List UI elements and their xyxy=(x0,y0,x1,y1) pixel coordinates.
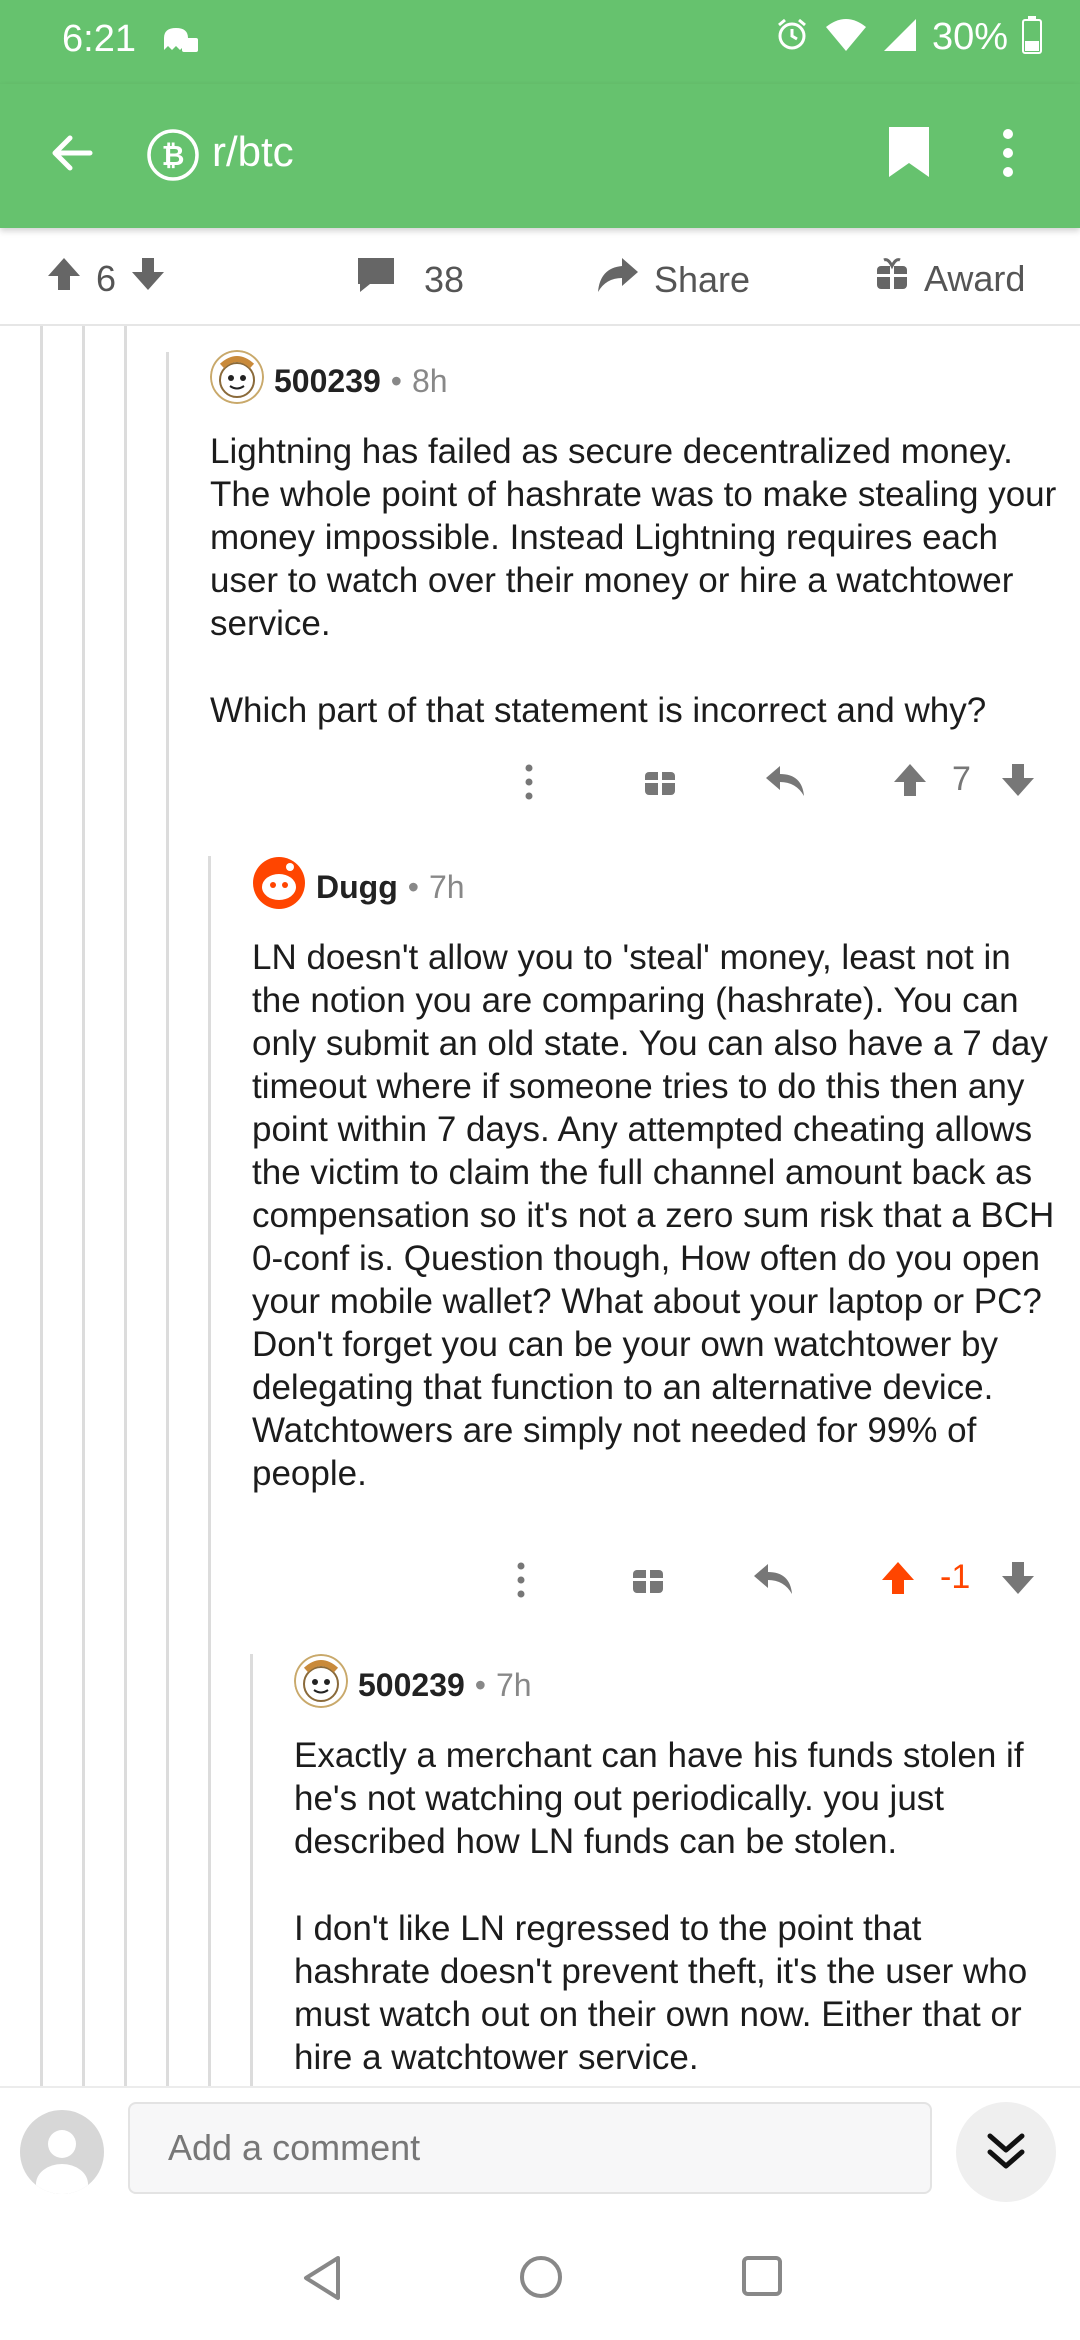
collapse-thread-button[interactable] xyxy=(956,2102,1056,2202)
comment-actions: -1 xyxy=(0,1558,1080,1600)
back-arrow-icon[interactable] xyxy=(46,128,96,183)
alarm-icon xyxy=(774,17,810,58)
system-nav-bar xyxy=(0,2218,1080,2340)
more-vertical-icon[interactable] xyxy=(1000,126,1016,185)
battery-icon xyxy=(1022,16,1042,59)
comment-paragraph: LN doesn't allow you to 'steal' money, l… xyxy=(252,938,1055,1493)
meta-separator: • xyxy=(407,868,419,905)
comments-button[interactable]: 38 xyxy=(356,256,464,303)
comment-score: -1 xyxy=(940,1558,971,1596)
avatar[interactable] xyxy=(294,1654,348,1716)
downvote-icon[interactable] xyxy=(1000,762,1036,807)
more-vertical-icon[interactable] xyxy=(516,1560,526,1609)
status-time: 6:21 xyxy=(62,18,136,60)
comment: 500239 • 7h Exactly a merchant can have … xyxy=(294,1654,1060,2079)
ghost-icon xyxy=(160,24,200,63)
bitcoin-icon: ₿ xyxy=(146,128,200,187)
post-action-bar: 6 38 Share Award xyxy=(0,228,1080,326)
post-score: 6 xyxy=(96,257,117,299)
double-chevron-down-icon xyxy=(984,2128,1028,2177)
comment-author[interactable]: Dugg xyxy=(316,869,398,906)
svg-text:₿: ₿ xyxy=(162,139,185,172)
more-vertical-icon[interactable] xyxy=(524,762,534,811)
comment: Dugg • 7h LN doesn't allow you to 'steal… xyxy=(252,856,1060,1495)
upvote-icon[interactable] xyxy=(892,762,928,807)
status-bar: 6:21 30% xyxy=(0,0,1080,84)
meta-separator: • xyxy=(474,1666,486,1703)
award-label: Award xyxy=(924,257,1026,299)
app-toolbar: ₿ r/btc xyxy=(0,84,1080,228)
nav-recents-icon[interactable] xyxy=(740,2254,784,2303)
avatar[interactable] xyxy=(210,350,264,412)
thread-line[interactable] xyxy=(166,352,169,2086)
upvote-icon[interactable] xyxy=(46,256,82,301)
comment-time: 7h xyxy=(495,1666,532,1703)
signal-icon xyxy=(882,17,918,58)
gift-icon xyxy=(874,256,910,301)
comment-paragraph: Lightning has failed as secure decentral… xyxy=(210,432,1057,643)
comment-bubble-icon xyxy=(356,256,396,303)
upvote-icon[interactable] xyxy=(880,1560,916,1605)
compose-bar: Add a comment xyxy=(0,2086,1080,2220)
user-avatar[interactable] xyxy=(20,2110,104,2194)
share-arrow-icon xyxy=(596,256,640,303)
reply-icon[interactable] xyxy=(764,762,806,807)
comment-paragraph: Which part of that statement is incorrec… xyxy=(210,691,987,730)
battery-level: 30% xyxy=(931,16,1008,58)
comment-time: 7h xyxy=(428,868,465,905)
share-label: Share xyxy=(654,258,751,300)
nav-back-icon[interactable] xyxy=(300,2254,344,2307)
comment-input[interactable]: Add a comment xyxy=(128,2102,932,2194)
comment-time: 8h xyxy=(411,362,448,399)
thread-line[interactable] xyxy=(124,326,127,2086)
comment-author[interactable]: 500239 xyxy=(358,1667,465,1704)
comment: 500239 • 8h Lightning has failed as secu… xyxy=(210,350,1060,732)
comment-author[interactable]: 500239 xyxy=(274,363,381,400)
comment-paragraph: I don't like LN regressed to the point t… xyxy=(294,1909,1028,2077)
reply-icon[interactable] xyxy=(752,1560,794,1605)
comment-actions: 7 xyxy=(0,760,1080,802)
gift-icon[interactable] xyxy=(630,1560,666,1605)
thread-line[interactable] xyxy=(208,856,211,2086)
wifi-icon xyxy=(824,17,868,58)
comment-score: 7 xyxy=(952,760,971,798)
meta-separator: • xyxy=(390,362,402,399)
thread-line[interactable] xyxy=(40,326,43,2086)
thread-line[interactable] xyxy=(82,326,85,2086)
comment-paragraph: Exactly a merchant can have his funds st… xyxy=(294,1736,1024,1861)
comment-count: 38 xyxy=(424,258,465,300)
gift-icon[interactable] xyxy=(642,762,678,807)
share-button[interactable]: Share xyxy=(596,256,750,303)
bookmark-icon[interactable] xyxy=(886,124,932,185)
thread-line[interactable] xyxy=(250,1654,253,2086)
downvote-icon[interactable] xyxy=(1000,1560,1036,1605)
post-vote-group: 6 xyxy=(46,256,166,301)
downvote-icon[interactable] xyxy=(130,256,166,301)
award-button[interactable]: Award xyxy=(874,256,1025,301)
subreddit-name[interactable]: r/btc xyxy=(212,128,294,176)
nav-home-icon[interactable] xyxy=(518,2254,564,2305)
avatar[interactable] xyxy=(252,856,306,918)
